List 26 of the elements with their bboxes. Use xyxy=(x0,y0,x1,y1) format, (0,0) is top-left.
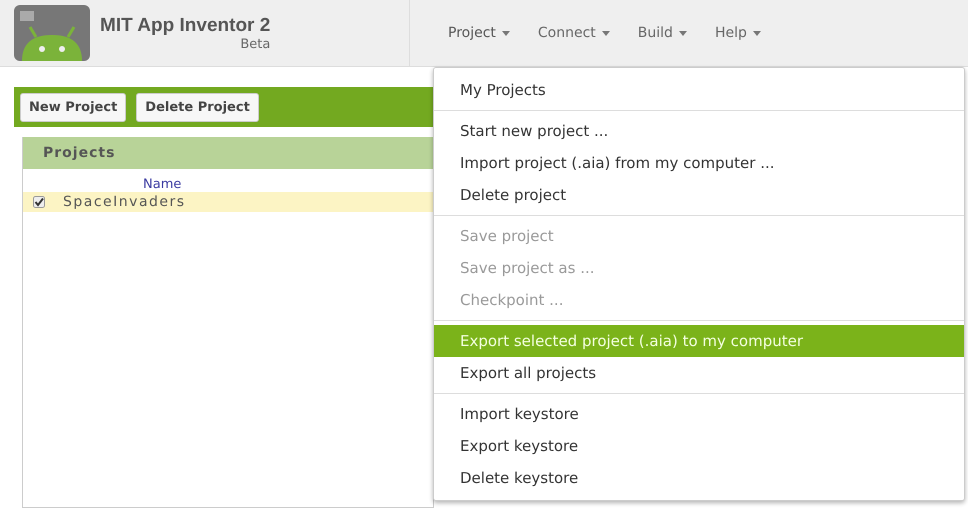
caret-icon xyxy=(602,30,610,36)
menu-item[interactable]: Start new project ... xyxy=(434,115,964,147)
menu-bar-item[interactable]: Connect xyxy=(528,19,620,47)
menu-bar-item[interactable]: Project xyxy=(438,19,520,47)
checkbox[interactable] xyxy=(33,196,45,208)
toolbar-button[interactable]: Delete Project xyxy=(136,92,259,122)
menu-item[interactable]: Import project (.aia) from my computer ... xyxy=(434,147,964,179)
app-subtitle: Beta xyxy=(240,36,270,52)
panel-title: Projects xyxy=(23,137,433,169)
toolbar-button[interactable]: New Project xyxy=(20,92,126,122)
column-header[interactable]: Name xyxy=(23,169,433,192)
caret-icon xyxy=(678,30,687,36)
menu-bar-item[interactable]: Build xyxy=(628,19,697,47)
caret-icon xyxy=(752,30,761,36)
caret-icon xyxy=(502,30,510,36)
menu-item[interactable]: Delete keystore xyxy=(434,462,964,494)
app-title: MIT App Inventor 2 xyxy=(100,14,270,36)
logo-icon xyxy=(14,5,90,61)
project-row[interactable]: SpaceInvaders xyxy=(23,192,433,212)
menu-item[interactable]: Export all projects xyxy=(434,357,964,389)
menu-item[interactable]: Export keystore xyxy=(434,430,964,462)
menu-item[interactable]: My Projects xyxy=(434,74,964,106)
project-name: SpaceInvaders xyxy=(63,194,186,210)
menu-bar-item[interactable]: Help xyxy=(704,19,771,47)
menu-item[interactable]: Delete project xyxy=(434,179,964,211)
menu-item[interactable]: Import keystore xyxy=(434,398,964,430)
